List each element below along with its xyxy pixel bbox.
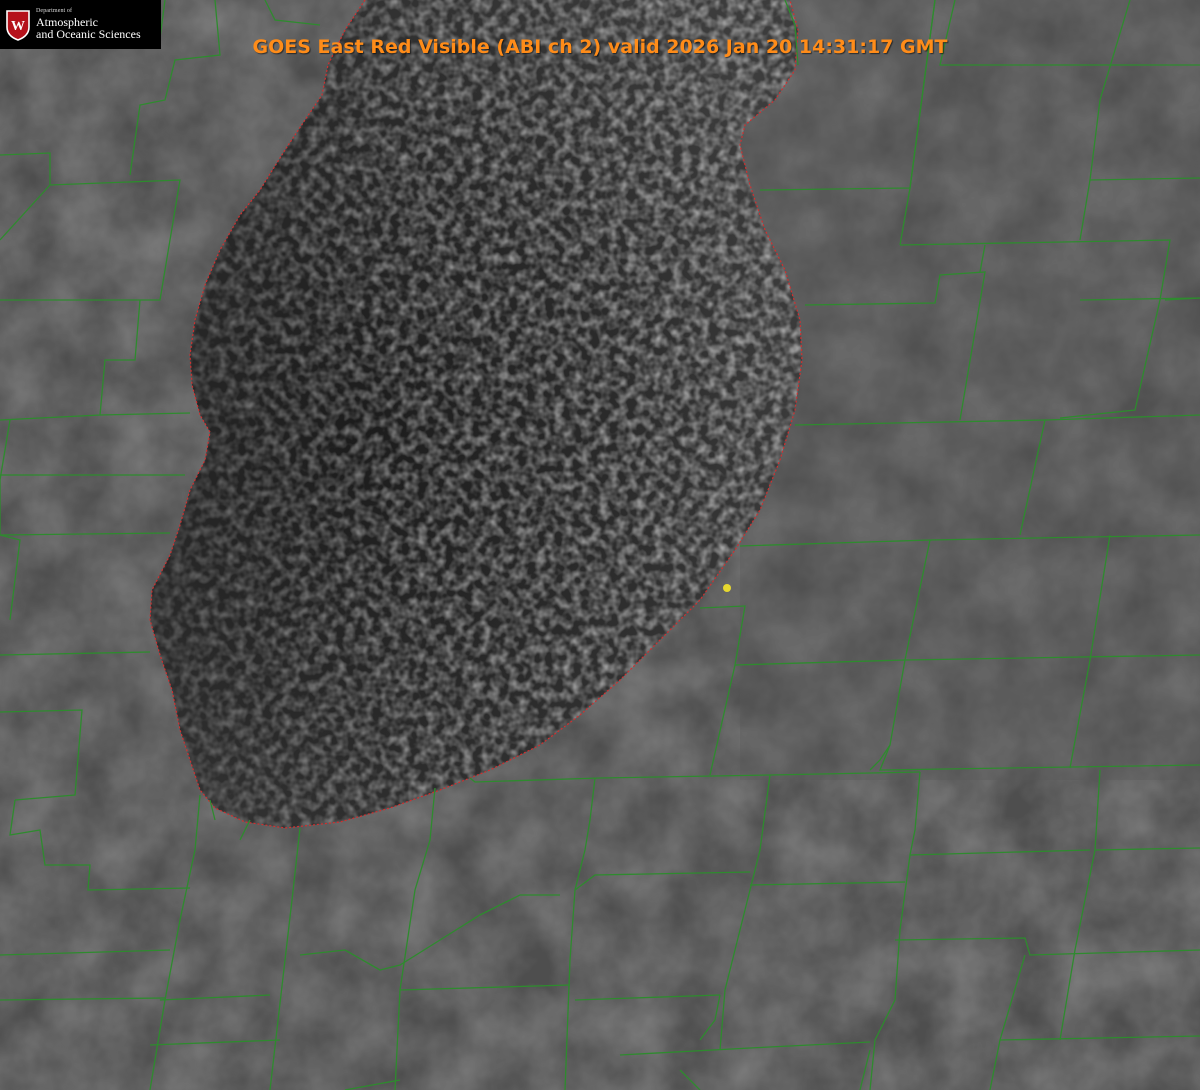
location-marker-icon <box>723 584 731 592</box>
department-of-label: Department of <box>36 8 73 15</box>
crest-letter: W <box>11 19 25 34</box>
university-crest-icon: W <box>6 9 30 41</box>
department-line-2: and Oceanic Sciences <box>36 27 141 42</box>
university-logo[interactable]: W Department of Atmospheric and Oceanic … <box>0 0 161 49</box>
satellite-image-viewer: W Department of Atmospheric and Oceanic … <box>0 0 1200 1090</box>
department-name: Department of Atmospheric and Oceanic Sc… <box>36 8 141 40</box>
satellite-map <box>0 0 1200 1090</box>
